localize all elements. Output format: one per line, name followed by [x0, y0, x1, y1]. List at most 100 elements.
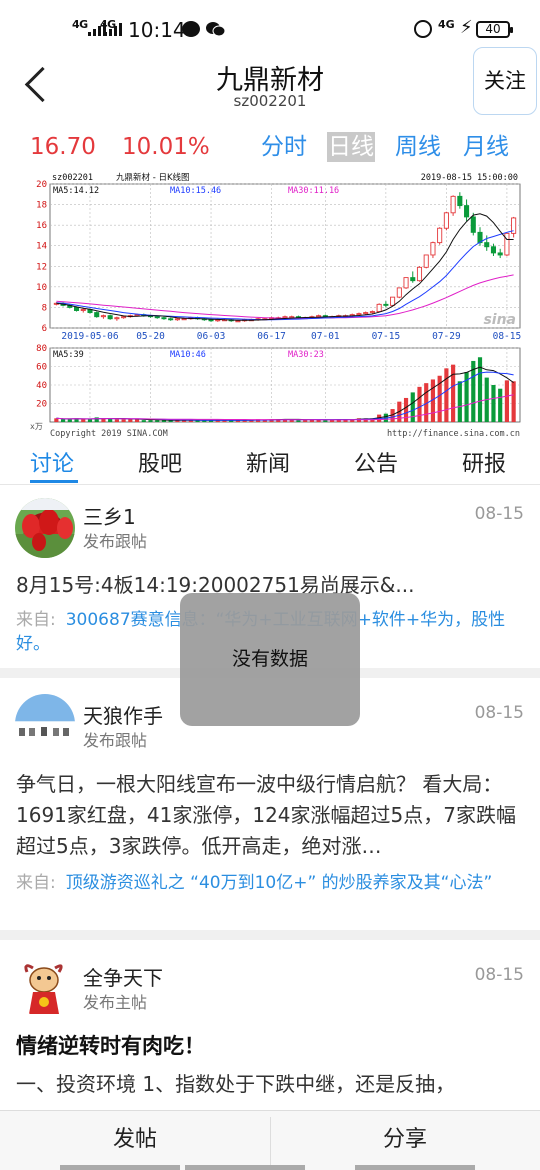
nav-indicator [60, 1165, 180, 1170]
candle-body [470, 216, 476, 233]
volume-tick-label: 20 [36, 400, 47, 410]
change-percent: 10.01% [122, 134, 210, 160]
candle-body [430, 242, 436, 256]
ma10-label: MA10:15.46 [170, 186, 221, 196]
post-button[interactable]: 发帖 [0, 1111, 270, 1170]
username[interactable]: 天狼作手 [83, 700, 163, 729]
volume-bar [128, 419, 133, 422]
post-date: 08-15 [474, 703, 524, 723]
avatar[interactable] [15, 958, 75, 1018]
candle-body [396, 287, 402, 298]
x-tick-label: 08-15 [493, 331, 522, 342]
x-tick-label: 06-03 [197, 331, 226, 342]
candle-body [134, 314, 140, 317]
quote-row: 16.70 10.01% 分时 日线 周线 月线 [0, 130, 540, 166]
stock-code: sz002201 [233, 92, 307, 110]
post-type: 发布跟帖 [83, 731, 148, 750]
period-tab-monthly[interactable]: 月线 [462, 132, 510, 162]
volume-unit-label: x万 [30, 422, 43, 431]
price-tick-label: 6 [42, 324, 47, 334]
volume-bar [141, 420, 146, 422]
post-date: 08-15 [474, 965, 524, 985]
candle-body [504, 232, 510, 256]
battery-icon: 40 [476, 21, 513, 38]
follow-button[interactable]: 关注 [473, 47, 537, 115]
avatar[interactable] [15, 694, 75, 754]
volume-bar [94, 417, 99, 422]
cartoon-ox-image [24, 964, 63, 1014]
sled-dogs-image [19, 727, 69, 736]
share-button[interactable]: 分享 [270, 1111, 540, 1170]
candle-body [282, 316, 288, 319]
candle-body [121, 316, 127, 319]
candle-body [437, 227, 443, 244]
candle-body [154, 316, 160, 319]
price-tick-label: 16 [36, 221, 47, 231]
volume-bar [444, 368, 449, 422]
volume-bar [114, 419, 119, 422]
chart-title: 九鼎新材 - 日K线图 [116, 172, 190, 183]
price-tick-label: 10 [36, 283, 47, 293]
wechat-icon [206, 22, 225, 37]
alarm-icon [414, 20, 432, 38]
tab-news[interactable]: 新闻 [246, 446, 290, 478]
candle-body [410, 277, 416, 282]
volume-bar [329, 420, 335, 422]
candle-body [464, 205, 470, 218]
tab-forum[interactable]: 股吧 [138, 446, 182, 478]
x-tick-label: 07-29 [432, 331, 461, 342]
header: 九鼎新材 sz002201 关注 [0, 47, 540, 125]
tab-discussion[interactable]: 讨论 [30, 446, 74, 478]
candle-body [443, 212, 449, 229]
post-type: 发布主帖 [83, 993, 148, 1012]
volume-bar [61, 419, 66, 422]
candle-body [403, 277, 409, 289]
tab-research[interactable]: 研报 [462, 446, 506, 478]
volume-bar [323, 420, 328, 422]
candle-body [80, 309, 86, 311]
volume-ma10-label: MA10:46 [170, 350, 206, 360]
volume-ma30-label: MA30:23 [288, 350, 324, 360]
current-price: 16.70 [30, 134, 96, 160]
x-tick-label: 06-17 [257, 331, 286, 342]
candle-body [376, 303, 382, 312]
bottom-action-bar: 发帖 分享 [0, 1110, 540, 1170]
candle-body [168, 318, 174, 321]
volume-bar [148, 420, 153, 422]
network-type-3: 4G [438, 18, 455, 31]
volume-bar [457, 381, 462, 422]
active-tab-indicator [30, 480, 78, 483]
candle-body [423, 254, 429, 268]
username[interactable]: 三乡1 [83, 501, 136, 530]
avatar[interactable] [15, 498, 75, 558]
volume-bar [303, 420, 308, 422]
candle-body [161, 317, 167, 320]
username[interactable]: 全争天下 [83, 962, 163, 991]
ma5-label: MA5:14.12 [53, 186, 99, 196]
source-link[interactable]: 顶级游资巡礼之 “40万到10亿+” 的炒股养家及其“心法” [66, 873, 493, 893]
period-tab-weekly[interactable]: 周线 [394, 132, 442, 162]
kline-chart[interactable]: 20 18 16 14 12 10 8 6 80 60 40 20 x万 2019-05-06 05-20 0… [30, 170, 524, 438]
period-tab-intraday[interactable]: 分时 [260, 132, 308, 162]
price-tick-label: 14 [36, 242, 47, 252]
candle-body [363, 312, 369, 315]
nav-indicator [185, 1165, 305, 1170]
candle-body [497, 252, 503, 256]
candle-body [383, 303, 389, 306]
tab-announcements[interactable]: 公告 [354, 446, 398, 478]
candle-body [416, 266, 423, 282]
volume-bar [155, 420, 160, 422]
price-tick-label: 18 [36, 201, 47, 211]
post-source[interactable]: 来自: 顶级游资巡礼之 “40万到10亿+” 的炒股养家及其“心法” [16, 871, 522, 895]
list-item[interactable]: 全争天下 发布主帖 08-15 情绪逆转时有肉吃！ 一、投资环境 1、指数处于下… [0, 940, 540, 1110]
volume-bar [81, 419, 86, 422]
post-body: 争气日，一根大阳线宣布一波中级行情启航？ 看大局：1691家红盘，41家涨停，1… [16, 772, 516, 858]
charging-icon: ⚡ [460, 17, 473, 38]
sina-watermark: sina [483, 312, 516, 328]
volume-bar [511, 381, 516, 422]
candle-body [316, 315, 322, 318]
tulip-image [15, 498, 75, 558]
candle-body [181, 318, 187, 321]
volume-bar [67, 419, 72, 422]
period-tab-daily[interactable]: 日线 [327, 132, 375, 162]
